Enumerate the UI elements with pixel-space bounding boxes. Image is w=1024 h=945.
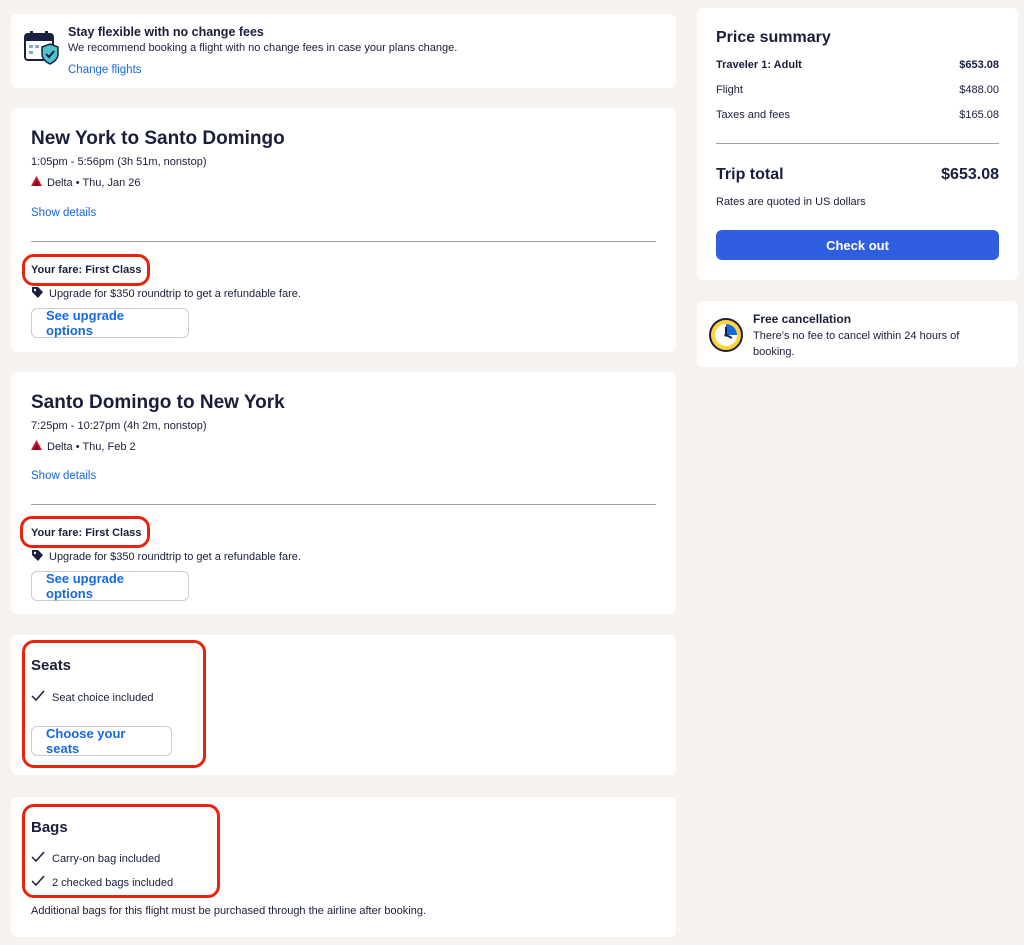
- flight-card-return: Santo Domingo to New York 7:25pm - 10:27…: [11, 372, 676, 614]
- free-cancellation-title: Free cancellation: [753, 312, 852, 326]
- fare-label: Your fare: First Class: [31, 527, 142, 539]
- flight-airline-row: Delta • Thu, Jan 26: [31, 176, 141, 189]
- banner-title: Stay flexible with no change fees: [68, 25, 264, 39]
- no-change-fees-banner: Stay flexible with no change fees We rec…: [11, 14, 676, 88]
- seats-card: Seats Seat choice included Choose your s…: [11, 635, 676, 775]
- check-icon: [31, 690, 52, 705]
- free-cancellation-card: Free cancellation There's no fee to canc…: [697, 301, 1018, 367]
- tag-icon: [31, 549, 44, 565]
- bags-card: Bags Carry-on bag included 2 checked bag…: [11, 797, 676, 937]
- flight-title: New York to Santo Domingo: [31, 128, 285, 149]
- trip-total-label: Trip total: [716, 166, 784, 183]
- change-flights-link[interactable]: Change flights: [68, 64, 142, 76]
- upgrade-row: Upgrade for $350 roundtrip to get a refu…: [31, 549, 301, 565]
- currency-note: Rates are quoted in US dollars: [716, 196, 866, 208]
- calendar-shield-icon: [23, 30, 59, 66]
- free-cancellation-desc: There's no fee to cancel within 24 hours…: [753, 330, 960, 358]
- seat-choice-row: Seat choice included: [31, 690, 154, 705]
- flight-price-label: Flight: [716, 84, 743, 96]
- price-summary-title: Price summary: [716, 29, 831, 46]
- divider: [31, 241, 656, 242]
- bag-item-row: 2 checked bags included: [31, 875, 173, 890]
- flight-airline-row: Delta • Thu, Feb 2: [31, 440, 136, 453]
- delta-logo-icon: [31, 440, 42, 453]
- trip-total-value: $653.08: [941, 166, 999, 183]
- upgrade-row: Upgrade for $350 roundtrip to get a refu…: [31, 286, 301, 302]
- price-summary-card: Price summary Traveler 1: Adult $653.08 …: [697, 8, 1018, 280]
- seat-choice-text: Seat choice included: [52, 691, 154, 704]
- traveler-label: Traveler 1: Adult: [716, 59, 802, 71]
- flight-times: 7:25pm - 10:27pm (4h 2m, nonstop): [31, 420, 207, 432]
- bags-note: Additional bags for this flight must be …: [31, 905, 427, 917]
- see-upgrade-options-button[interactable]: See upgrade options: [31, 571, 189, 601]
- traveler-value: $653.08: [959, 59, 999, 71]
- flight-times: 1:05pm - 5:56pm (3h 51m, nonstop): [31, 156, 207, 168]
- flight-price-value: $488.00: [959, 84, 999, 96]
- flight-title: Santo Domingo to New York: [31, 392, 285, 413]
- show-details-link[interactable]: Show details: [31, 207, 96, 219]
- show-details-link[interactable]: Show details: [31, 470, 96, 482]
- fare-label: Your fare: First Class: [31, 264, 142, 276]
- tag-icon: [31, 286, 44, 302]
- check-icon: [31, 875, 52, 890]
- choose-seats-button[interactable]: Choose your seats: [31, 726, 172, 756]
- checkout-button[interactable]: Check out: [716, 230, 999, 260]
- taxes-value: $165.08: [959, 109, 999, 121]
- bag-item-row: Carry-on bag included: [31, 851, 160, 866]
- upgrade-text: Upgrade for $350 roundtrip to get a refu…: [49, 288, 301, 300]
- check-icon: [31, 851, 52, 866]
- see-upgrade-options-button[interactable]: See upgrade options: [31, 308, 189, 338]
- bags-title: Bags: [31, 819, 68, 836]
- flight-airline-date: Delta • Thu, Jan 26: [47, 176, 141, 189]
- flight-airline-date: Delta • Thu, Feb 2: [47, 440, 136, 453]
- bag-item-text: Carry-on bag included: [52, 852, 161, 865]
- banner-description: We recommend booking a flight with no ch…: [68, 42, 458, 54]
- delta-logo-icon: [31, 176, 42, 189]
- seats-title: Seats: [31, 657, 72, 674]
- flight-card-outbound: New York to Santo Domingo 1:05pm - 5:56p…: [11, 108, 676, 352]
- upgrade-text: Upgrade for $350 roundtrip to get a refu…: [49, 551, 301, 563]
- taxes-label: Taxes and fees: [716, 109, 790, 121]
- divider: [716, 143, 999, 144]
- clock-icon: [708, 317, 744, 353]
- bag-item-text: 2 checked bags included: [52, 876, 174, 889]
- divider: [31, 504, 656, 505]
